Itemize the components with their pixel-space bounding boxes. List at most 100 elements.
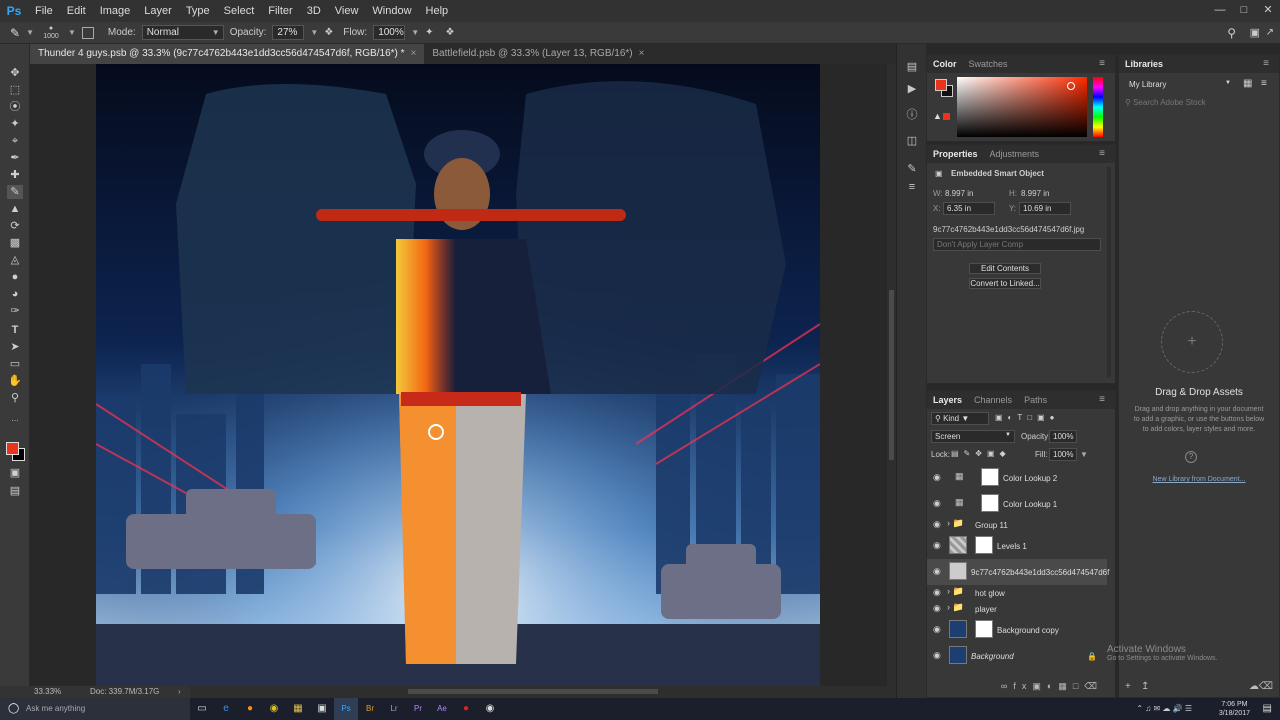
brush-size-preset[interactable]: ● 1000 — [40, 25, 62, 41]
tab-libraries[interactable]: Libraries — [1119, 59, 1169, 69]
chevron-down-icon[interactable]: ▼ — [68, 28, 76, 37]
zoom-tool-icon[interactable]: ⚲ — [7, 391, 23, 405]
eye-icon[interactable]: ◉ — [933, 519, 941, 530]
tab-layers[interactable]: Layers — [927, 395, 968, 405]
obs-icon[interactable]: ◉ — [478, 698, 502, 720]
history-brush-icon[interactable]: ⟳ — [7, 219, 23, 233]
share-icon[interactable]: ↗ — [1266, 27, 1274, 38]
adjustment-icon[interactable]: ◐ — [1047, 681, 1058, 691]
brush-tool-icon[interactable]: ✎ — [7, 185, 23, 199]
bridge-icon[interactable]: Br — [358, 698, 382, 720]
menu-file[interactable]: File — [28, 5, 60, 17]
clone-stamp-icon[interactable]: ▲ — [7, 202, 23, 216]
upload-icon[interactable]: ↥ — [1141, 681, 1149, 692]
web-color-chip[interactable] — [943, 113, 950, 120]
magic-wand-icon[interactable]: ✦ — [7, 117, 23, 131]
layer-row[interactable]: ◉ › 📁 player — [927, 601, 1107, 617]
lasso-tool-icon[interactable]: ⦿ — [7, 100, 23, 114]
pressure-size-icon[interactable]: ❖ — [446, 27, 455, 38]
close-icon[interactable]: ✕ — [1256, 0, 1280, 22]
menu-view[interactable]: View — [328, 5, 366, 17]
panel-menu-icon[interactable]: ≡ — [1257, 58, 1275, 69]
menu-image[interactable]: Image — [93, 5, 138, 17]
menu-filter[interactable]: Filter — [261, 5, 299, 17]
chevron-down-icon[interactable]: ▼ — [26, 28, 34, 37]
chevron-down-icon[interactable]: ▼ — [1080, 450, 1088, 459]
menu-help[interactable]: Help — [419, 5, 456, 17]
photoshop-icon[interactable]: Ps — [334, 698, 358, 720]
blur-tool-icon[interactable]: ● — [7, 270, 23, 284]
layer-row[interactable]: ◉ › 📁 hot glow — [927, 585, 1107, 601]
layer-filter-icons[interactable]: ▣◐T□▣● — [995, 413, 1060, 422]
rectangle-tool-icon[interactable]: ▭ — [7, 357, 23, 371]
edit-contents-button[interactable]: Edit Contents — [969, 263, 1041, 274]
tab-battlefield[interactable]: Battlefield.psb @ 33.3% (Layer 13, RGB/1… — [424, 44, 652, 64]
search-icon[interactable]: ⚲ — [1227, 26, 1236, 40]
pen-tool-icon[interactable]: ✑ — [7, 304, 23, 318]
cloud-icon[interactable]: ☁ — [1249, 681, 1259, 692]
tab-color[interactable]: Color — [927, 59, 963, 69]
layer-row[interactable]: ◉ ▦ Color Lookup 2 — [927, 465, 1107, 491]
layer-row[interactable]: ◉ Background 🔒 — [927, 643, 1107, 669]
workspace-icon[interactable]: ▣ — [1250, 26, 1260, 39]
path-selection-icon[interactable]: ➤ — [7, 340, 23, 354]
tab-swatches[interactable]: Swatches — [963, 59, 1014, 69]
new-layer-icon[interactable]: □ — [1073, 681, 1084, 691]
flow-input[interactable]: 100% — [373, 25, 406, 40]
foreground-color-chip[interactable] — [935, 79, 947, 91]
menu-3d[interactable]: 3D — [300, 5, 328, 17]
healing-brush-icon[interactable]: ✚ — [7, 168, 23, 182]
add-mask-icon[interactable]: ▣ — [1032, 681, 1047, 691]
actions-play-icon[interactable]: ▶ — [905, 82, 919, 96]
vertical-scrollbar[interactable] — [887, 64, 896, 686]
menu-select[interactable]: Select — [217, 5, 262, 17]
airbrush-icon[interactable]: ✦ — [425, 27, 433, 38]
trash-icon[interactable]: ⌫ — [1084, 681, 1103, 691]
store-icon[interactable]: ▣ — [310, 698, 334, 720]
scroll-thumb[interactable] — [408, 689, 658, 694]
kind-filter-select[interactable]: ⚲ Kind ▼ — [931, 412, 989, 425]
y-input[interactable]: 10.69 in — [1019, 202, 1071, 215]
lock-icons[interactable]: ▤✎✥▣◆ — [951, 449, 1011, 458]
grid-view-icon[interactable]: ▦ — [1243, 78, 1252, 89]
record-icon[interactable]: ● — [454, 698, 478, 720]
type-tool-icon[interactable]: T — [7, 323, 23, 337]
eye-icon[interactable]: ◉ — [933, 540, 941, 551]
tab-channels[interactable]: Channels — [968, 395, 1018, 405]
brush-tool-icon[interactable]: ✎ — [10, 26, 20, 40]
scroll-thumb[interactable] — [889, 290, 894, 460]
chrome-icon[interactable]: ◉ — [262, 698, 286, 720]
eye-icon[interactable]: ◉ — [933, 498, 941, 509]
layer-row[interactable]: ◉ Levels 1 — [927, 533, 1107, 559]
fx-icon[interactable]: fx — [1013, 681, 1032, 691]
add-asset-icon[interactable]: + — [1161, 311, 1223, 373]
clone-source-icon[interactable]: ◫ — [905, 134, 919, 148]
eye-icon[interactable]: ◉ — [933, 566, 941, 577]
info-icon[interactable]: ⓘ — [905, 108, 919, 122]
tab-thunder[interactable]: Thunder 4 guys.psb @ 33.3% (9c77c4762b44… — [30, 44, 425, 64]
eye-icon[interactable]: ◉ — [933, 472, 941, 483]
convert-to-linked-button[interactable]: Convert to Linked... — [969, 278, 1041, 289]
brush-panel-icon[interactable] — [81, 26, 94, 39]
layer-row[interactable]: ◉ ▦ Color Lookup 1 — [927, 491, 1107, 517]
fill-input[interactable]: 100% — [1049, 448, 1077, 461]
zoom-level[interactable]: 33.33% — [34, 686, 61, 698]
eye-icon[interactable]: ◉ — [933, 624, 941, 635]
menu-edit[interactable]: Edit — [60, 5, 93, 17]
menu-window[interactable]: Window — [365, 5, 418, 17]
new-group-icon[interactable]: ▦ — [1058, 681, 1073, 691]
chevron-down-icon[interactable]: ▼ — [310, 28, 318, 37]
tab-properties[interactable]: Properties — [927, 149, 984, 159]
close-tab-icon[interactable]: × — [411, 48, 417, 59]
menu-type[interactable]: Type — [179, 5, 217, 17]
after-effects-icon[interactable]: Ae — [430, 698, 454, 720]
firefox-icon[interactable]: ● — [238, 698, 262, 720]
move-tool-icon[interactable]: ✥ — [7, 66, 23, 80]
taskbar-search-input[interactable]: ◯ Ask me anything — [0, 698, 190, 720]
paint-bucket-icon[interactable]: ◬ — [7, 253, 23, 267]
help-icon[interactable]: ? — [1185, 451, 1197, 463]
minimize-icon[interactable]: — — [1208, 0, 1232, 22]
layer-row-selected[interactable]: ◉ 9c77c4762b443e1dd3cc56d474547d6f — [927, 559, 1109, 585]
close-tab-icon[interactable]: × — [639, 48, 645, 59]
dodge-tool-icon[interactable]: ◕ — [7, 287, 23, 301]
